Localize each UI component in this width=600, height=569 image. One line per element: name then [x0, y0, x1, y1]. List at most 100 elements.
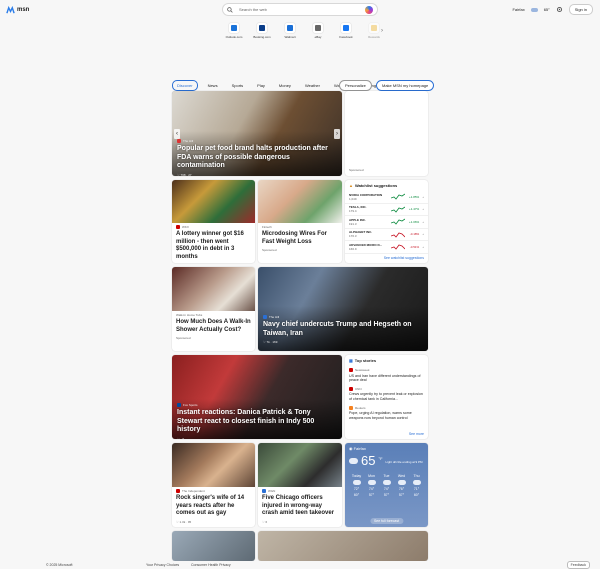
quick-link-booking[interactable]: Booking.com	[252, 23, 272, 39]
hero-reactions[interactable]: ♡ 768 · 27	[177, 171, 337, 177]
walkin-headline[interactable]: How Much Does A Walk-In Shower Actually …	[172, 319, 255, 334]
chicago-headline[interactable]: Five Chicago officers injured in wrong-w…	[258, 495, 342, 518]
top-story-item[interactable]: CNN Crews urgently try to prevent leak or…	[345, 385, 428, 404]
indy-card[interactable]: Fox Sports Instant reactions: Danica Pat…	[172, 355, 342, 439]
watchlist-title: Watchlist suggestions	[354, 183, 398, 188]
quick-link-ebay[interactable]: eBay	[308, 23, 328, 39]
add-icon[interactable]: +	[422, 195, 424, 199]
navy-source-name: The Hill	[269, 315, 280, 319]
cloud-icon	[382, 480, 391, 485]
footer-privacy-link[interactable]: Your Privacy Choices	[146, 563, 179, 567]
lottery-card[interactable]: WKX A lottery winner got $16 million - t…	[172, 180, 255, 263]
make-homepage-button[interactable]: Make MSN my homepage	[376, 80, 435, 91]
hero-likes: 768	[180, 172, 186, 177]
navy-card[interactable]: The Hill Navy chief undercuts Trump and …	[258, 267, 428, 351]
rock-reactions[interactable]: ♡ 1.3k · 95	[172, 518, 255, 526]
watchlist-rows: NVIDIA CORPORATION 1,049 +1.85% + TESLA, INC…	[345, 191, 428, 254]
microdosing-card[interactable]: Fintech Microdosing Wires For Fast Weigh…	[258, 180, 342, 263]
tab-money[interactable]: Money	[275, 81, 295, 90]
watchlist-more-link[interactable]: See watchlist suggestions	[345, 254, 428, 262]
footer-health-link[interactable]: Consumer Health Privacy	[191, 563, 231, 567]
search-icon	[227, 6, 233, 13]
hero-card[interactable]: ‹ › The Hill Popular pet food brand halt…	[172, 91, 342, 176]
msn-logo[interactable]: msn	[6, 5, 29, 15]
source-logo-icon	[177, 403, 181, 407]
personalize-button[interactable]: Personalize	[339, 80, 372, 91]
indy-headline[interactable]: Instant reactions: Danica Patrick & Tony…	[177, 409, 337, 435]
quick-link-outlook[interactable]: Outlook.com	[224, 23, 244, 39]
forecast-high: 72°	[353, 487, 360, 491]
tab-play[interactable]: Play	[253, 81, 269, 90]
header-temperature[interactable]: 65°	[544, 7, 550, 12]
copilot-icon[interactable]	[365, 5, 373, 14]
facebook-icon	[343, 25, 349, 31]
top-story-item[interactable]: Newsweek US and Iran have different under…	[345, 366, 428, 385]
top-story-item[interactable]: Reuters Pope, urging AI regulation, warns…	[345, 404, 428, 423]
chicago-reactions[interactable]: ♡ 6	[258, 518, 342, 526]
watchlist-row[interactable]: APPLE INC. 191.3 +1.06% +	[345, 216, 428, 229]
chicago-card[interactable]: WGN Five Chicago officers injured in wro…	[258, 443, 342, 527]
bottom-card-2[interactable]	[258, 531, 428, 561]
story-text: Pope, urging AI regulation, warns some w…	[349, 411, 412, 420]
search-input[interactable]: Search the web	[239, 7, 267, 12]
quick-link-walmart[interactable]: Walmart	[280, 23, 300, 39]
gear-icon[interactable]	[556, 6, 563, 13]
bottom-card-1[interactable]	[172, 531, 255, 561]
tab-discover[interactable]: Discover	[172, 80, 198, 91]
hero-headline[interactable]: Popular pet food brand halts production …	[177, 145, 337, 171]
tab-weather[interactable]: Weather	[301, 81, 324, 90]
footer: © 2025 Microsoft Your Privacy Choices Co…	[0, 561, 600, 569]
microdosing-image	[258, 180, 342, 223]
search-bar[interactable]: Search the web	[222, 3, 378, 16]
tab-news[interactable]: News	[204, 81, 222, 90]
tab-sports[interactable]: Sports	[228, 81, 248, 90]
hero-source-name: The Hill	[183, 139, 194, 143]
walkin-source: Walk-In Home Tubs	[176, 313, 203, 317]
watchlist-row[interactable]: ADVANCED MICRO D... 166.9 -0.51% +	[345, 241, 428, 254]
quick-link-facebook[interactable]: Facebook	[336, 23, 356, 39]
forecast-day[interactable]: Thu 71° 60°	[409, 474, 424, 497]
walkin-card[interactable]: Walk-In Home Tubs How Much Does A Walk-I…	[172, 267, 255, 351]
weather-location[interactable]: Fairfax	[512, 7, 524, 12]
weather-location[interactable]: ◉ Fairfax	[345, 443, 428, 454]
carousel-prev-button[interactable]: ‹	[174, 129, 180, 139]
forecast-day[interactable]: Today 72° 60°	[349, 474, 364, 497]
source-logo-icon	[177, 139, 181, 143]
forecast-day[interactable]: Wed 76° 57°	[394, 474, 409, 497]
watchlist-row[interactable]: ALPHABET INC. 176.3 -0.18% +	[345, 229, 428, 241]
add-icon[interactable]: +	[422, 207, 424, 211]
top-stories-more-link[interactable]: See more	[409, 432, 424, 436]
stock-price: 191.3	[349, 221, 357, 226]
footer-copyright: © 2025 Microsoft	[46, 563, 73, 567]
carousel-next-button[interactable]: ›	[334, 129, 340, 139]
navy-reactions[interactable]: ♡ 7k · 169	[263, 338, 428, 346]
lottery-headline[interactable]: A lottery winner got $16 million - then …	[172, 231, 255, 261]
weather-card[interactable]: ◉ Fairfax 65 °F Light drizzle ending at …	[345, 443, 428, 527]
watchlist-row[interactable]: TESLA, INC. 179.4 +1.47% +	[345, 204, 428, 216]
navy-overlay: The Hill Navy chief undercuts Trump and …	[263, 315, 428, 346]
stock-price: 166.9	[349, 246, 357, 251]
watchlist-row[interactable]: NVIDIA CORPORATION 1,049 +1.85% +	[345, 191, 428, 204]
add-icon[interactable]: +	[422, 245, 424, 249]
rock-headline[interactable]: Rock singer's wife of 14 years reacts af…	[172, 495, 255, 518]
source-logo-icon	[349, 405, 353, 410]
booking-icon	[259, 25, 265, 31]
forecast-days: Today 72° 60° Mon 74° 57° Tue 74° 57° Wed 76° 57° Th…	[345, 468, 428, 497]
sign-in-button[interactable]: Sign in	[568, 4, 593, 15]
chevron-right-icon[interactable]: ›	[381, 28, 383, 34]
feedback-button[interactable]: Feedback	[566, 561, 590, 569]
navy-headline[interactable]: Navy chief undercuts Trump and Hegseth o…	[263, 321, 428, 338]
cloud-icon	[367, 480, 376, 485]
add-icon[interactable]: +	[422, 232, 424, 236]
full-forecast-button[interactable]: See full forecast	[369, 518, 404, 524]
lottery-reactions[interactable]: ♡ 486 · 94	[172, 261, 255, 263]
indy-reactions[interactable]: ♡ · 6	[177, 435, 337, 440]
forecast-day[interactable]: Mon 74° 57°	[364, 474, 379, 497]
ad-card[interactable]: Sponsored	[345, 91, 428, 176]
forecast-high: 71°	[413, 487, 420, 491]
add-icon[interactable]: +	[422, 220, 424, 224]
forecast-day[interactable]: Tue 74° 57°	[379, 474, 394, 497]
microdosing-headline[interactable]: Microdosing Wires For Fast Weight Loss	[258, 231, 342, 246]
rock-source: The Independent	[172, 487, 255, 495]
rock-card[interactable]: The Independent Rock singer's wife of 14…	[172, 443, 255, 527]
